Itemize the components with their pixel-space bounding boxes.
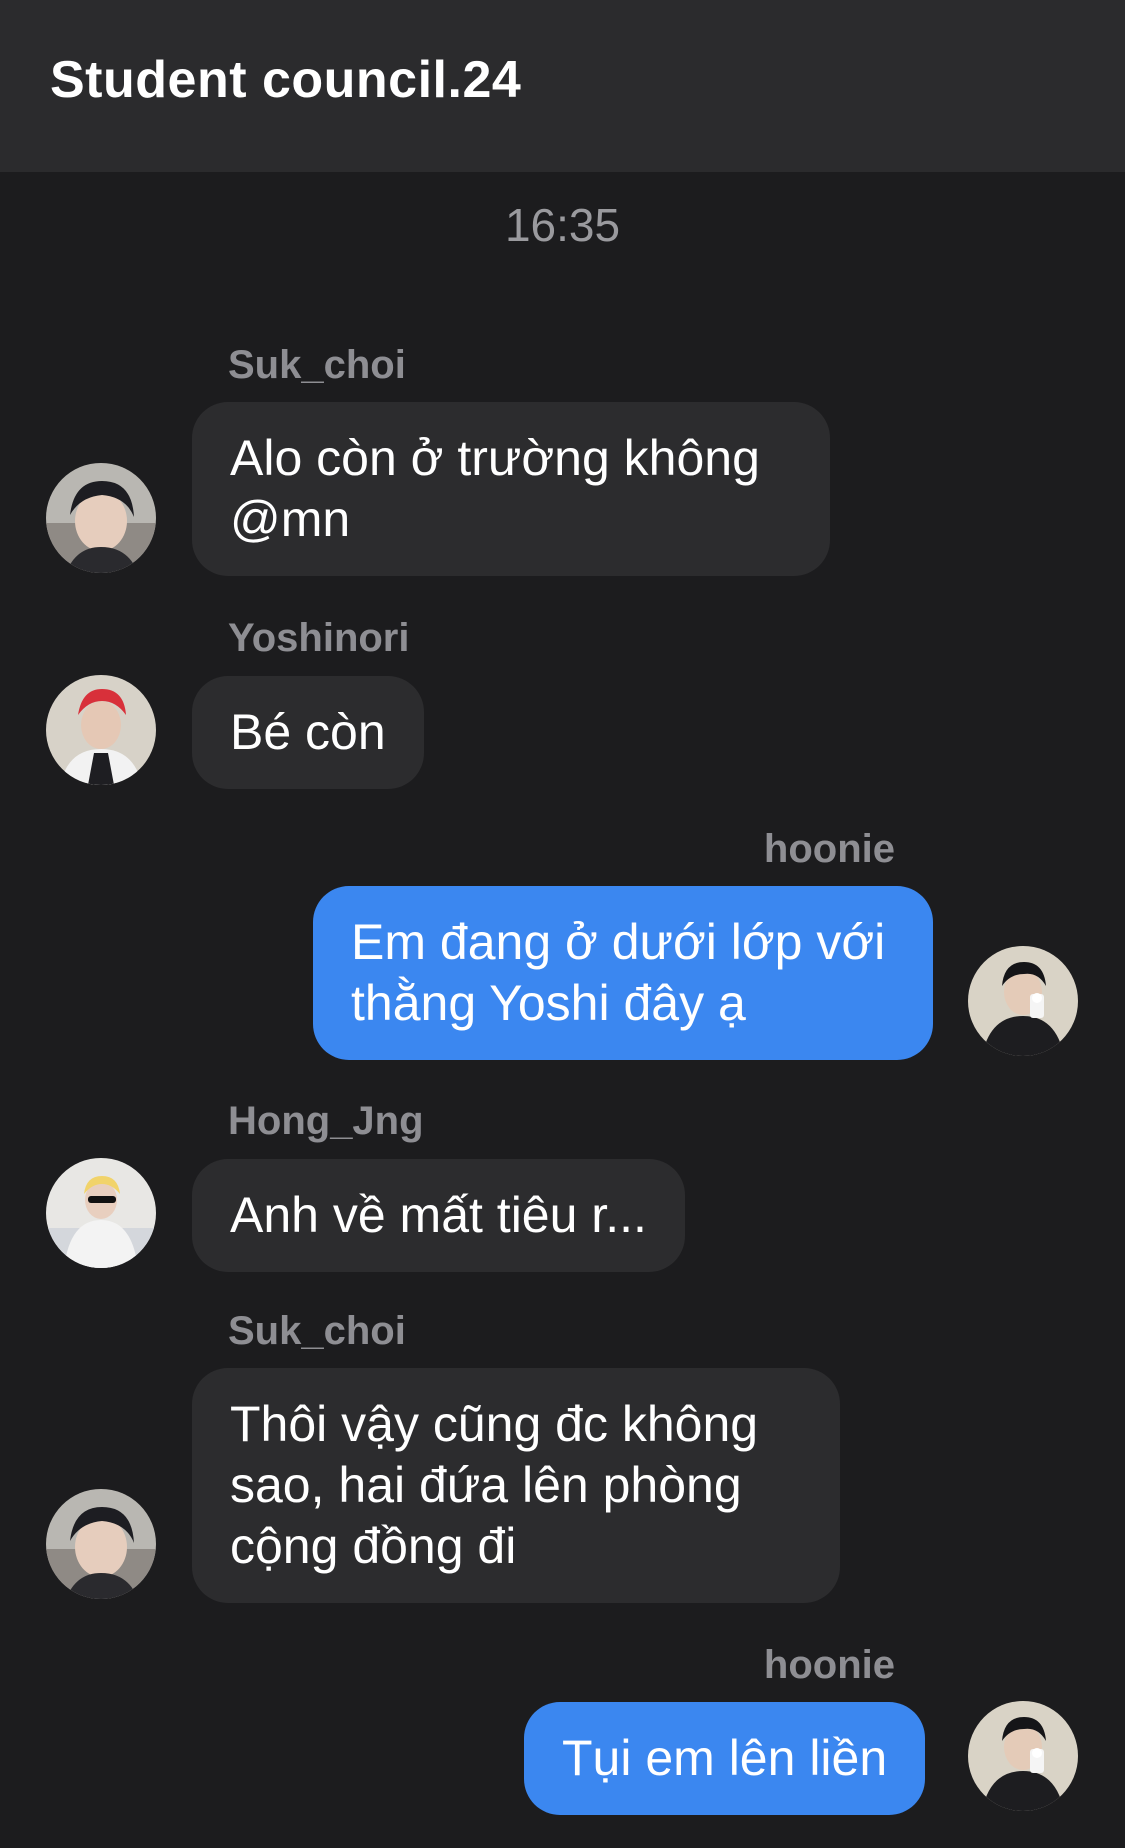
message-bubble[interactable]: Anh về mất tiêu r... <box>192 1159 685 1272</box>
sender-name: Suk_choi <box>228 1309 406 1353</box>
sender-name: hoonie <box>763 827 895 871</box>
sender-name: Hong_Jng <box>228 1099 424 1143</box>
chat-header: Student council.24 <box>0 0 1125 172</box>
message-bubble[interactable]: Alo còn ở trường không @mn <box>192 402 830 576</box>
sender-name: Suk_choi <box>228 343 406 387</box>
message-timestamp: 16:35 <box>504 199 621 251</box>
message-bubble[interactable]: Bé còn <box>192 676 424 789</box>
avatar-hoonie[interactable] <box>968 1701 1078 1811</box>
message-bubble-outgoing[interactable]: Tụi em lên liền <box>524 1702 926 1815</box>
group-chat-title[interactable]: Student council.24 <box>50 50 521 110</box>
avatar-yoshinori[interactable] <box>46 675 156 785</box>
sender-name: hoonie <box>763 1643 895 1687</box>
message-bubble-outgoing[interactable]: Em đang ở dưới lớp với thằng Yoshi đây ạ <box>313 886 933 1060</box>
avatar-suk-choi[interactable] <box>46 1489 156 1599</box>
message-bubble[interactable]: Thôi vậy cũng đc không sao, hai đứa lên … <box>192 1368 840 1603</box>
avatar-suk-choi[interactable] <box>46 463 156 573</box>
sender-name: Yoshinori <box>228 616 410 660</box>
avatar-hoonie[interactable] <box>968 946 1078 1056</box>
avatar-hong-jng[interactable] <box>46 1158 156 1268</box>
